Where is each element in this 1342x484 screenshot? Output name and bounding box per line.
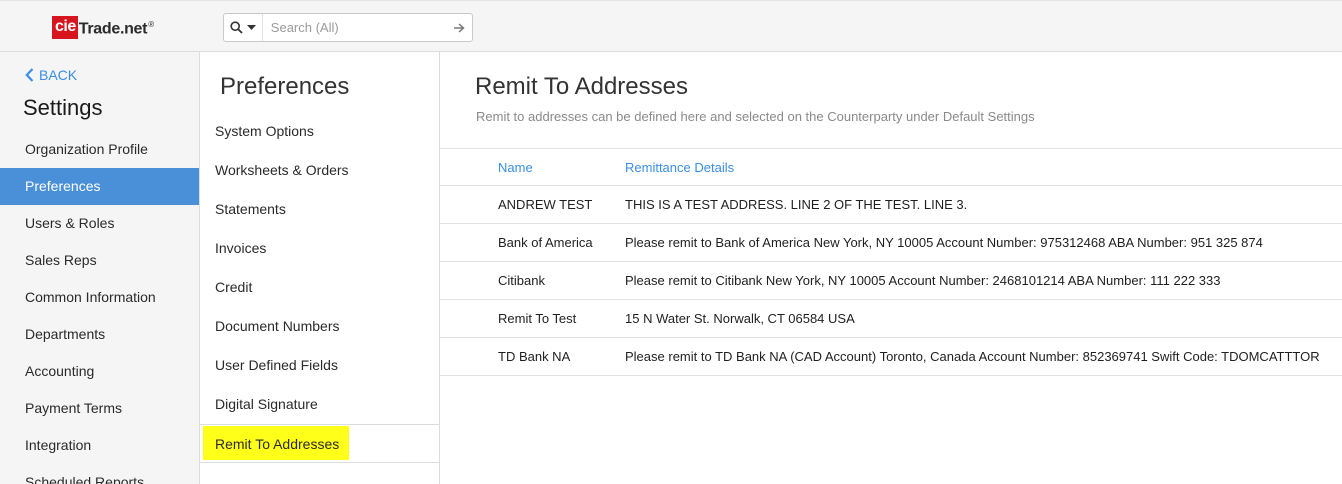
table-row[interactable]: Remit To Test 15 N Water St. Norwalk, CT…: [440, 300, 1342, 338]
cell-name: TD Bank NA: [498, 349, 571, 364]
table-header-row: Name Remittance Details: [440, 149, 1342, 186]
search-icon: [230, 21, 243, 34]
logo-cie-mark: cie: [52, 15, 78, 39]
remit-addresses-table: Name Remittance Details ANDREW TEST THIS…: [440, 148, 1342, 376]
settings-title: Settings: [23, 95, 103, 120]
chevron-left-icon: [25, 68, 34, 82]
search-scope-dropdown[interactable]: [224, 14, 263, 41]
sidebar-item-integration[interactable]: Integration: [0, 427, 199, 464]
pref-item-digital-signature[interactable]: Digital Signature: [200, 385, 439, 424]
table-row[interactable]: ANDREW TEST THIS IS A TEST ADDRESS. LINE…: [440, 186, 1342, 224]
back-label: BACK: [39, 67, 78, 83]
main-content: Remit To Addresses Remit to addresses ca…: [440, 52, 1342, 484]
sidebar-item-users-roles[interactable]: Users & Roles: [0, 205, 199, 242]
cietrade-logo[interactable]: cie Trade.net®: [52, 15, 154, 39]
settings-sidebar: BACK Settings Organization Profile Prefe…: [0, 52, 200, 484]
pref-item-system-options[interactable]: System Options: [200, 112, 439, 151]
sidebar-item-common-information[interactable]: Common Information: [0, 279, 199, 316]
back-link[interactable]: BACK: [25, 67, 77, 83]
preferences-panel: Preferences System Options Worksheets & …: [200, 52, 440, 484]
pref-item-remit-to-addresses[interactable]: Remit To Addresses: [200, 424, 439, 463]
pref-item-credit[interactable]: Credit: [200, 268, 439, 307]
cell-name: ANDREW TEST: [498, 197, 593, 212]
arrow-right-icon: [454, 22, 466, 33]
search-submit-button[interactable]: [447, 14, 472, 41]
cell-details: 15 N Water St. Norwalk, CT 06584 USA: [625, 311, 855, 326]
pref-item-document-numbers[interactable]: Document Numbers: [200, 307, 439, 346]
sidebar-item-departments[interactable]: Departments: [0, 316, 199, 353]
preferences-nav-list: System Options Worksheets & Orders State…: [200, 112, 439, 463]
cell-details: THIS IS A TEST ADDRESS. LINE 2 OF THE TE…: [625, 197, 968, 212]
settings-nav-list: Organization Profile Preferences Users &…: [0, 131, 199, 484]
top-bar: cie Trade.net®: [0, 0, 1342, 52]
search-input[interactable]: [262, 14, 447, 41]
cell-name: Citibank: [498, 273, 545, 288]
pref-item-worksheets-orders[interactable]: Worksheets & Orders: [200, 151, 439, 190]
preferences-title: Preferences: [220, 73, 350, 100]
page-subtitle: Remit to addresses can be defined here a…: [476, 109, 1035, 124]
cell-details: Please remit to Bank of America New York…: [625, 235, 1263, 250]
sidebar-item-accounting[interactable]: Accounting: [0, 353, 199, 390]
cell-details: Please remit to Citibank New York, NY 10…: [625, 273, 1221, 288]
sidebar-item-preferences[interactable]: Preferences: [0, 168, 199, 205]
sidebar-item-scheduled-reports[interactable]: Scheduled Reports: [0, 464, 199, 484]
pref-item-user-defined-fields[interactable]: User Defined Fields: [200, 346, 439, 385]
page-title: Remit To Addresses: [475, 73, 688, 100]
cell-details: Please remit to TD Bank NA (CAD Account)…: [625, 349, 1320, 364]
sidebar-item-payment-terms[interactable]: Payment Terms: [0, 390, 199, 427]
table-row[interactable]: TD Bank NA Please remit to TD Bank NA (C…: [440, 338, 1342, 376]
logo-registered-mark: ®: [148, 19, 154, 29]
table-row[interactable]: Bank of America Please remit to Bank of …: [440, 224, 1342, 262]
column-header-remittance-details[interactable]: Remittance Details: [625, 160, 1342, 175]
column-header-name[interactable]: Name: [440, 160, 625, 175]
logo-wordmark: Trade.net®: [79, 15, 154, 39]
table-row[interactable]: Citibank Please remit to Citibank New Yo…: [440, 262, 1342, 300]
logo-wordmark-text: Trade.net: [78, 20, 148, 38]
global-search: [223, 13, 473, 42]
cell-name: Remit To Test: [498, 311, 577, 326]
sidebar-item-organization-profile[interactable]: Organization Profile: [0, 131, 199, 168]
cell-name: Bank of America: [498, 235, 593, 250]
pref-item-invoices[interactable]: Invoices: [200, 229, 439, 268]
sidebar-item-sales-reps[interactable]: Sales Reps: [0, 242, 199, 279]
pref-item-label: Remit To Addresses: [215, 436, 340, 452]
pref-item-statements[interactable]: Statements: [200, 190, 439, 229]
caret-down-icon: [246, 24, 256, 30]
